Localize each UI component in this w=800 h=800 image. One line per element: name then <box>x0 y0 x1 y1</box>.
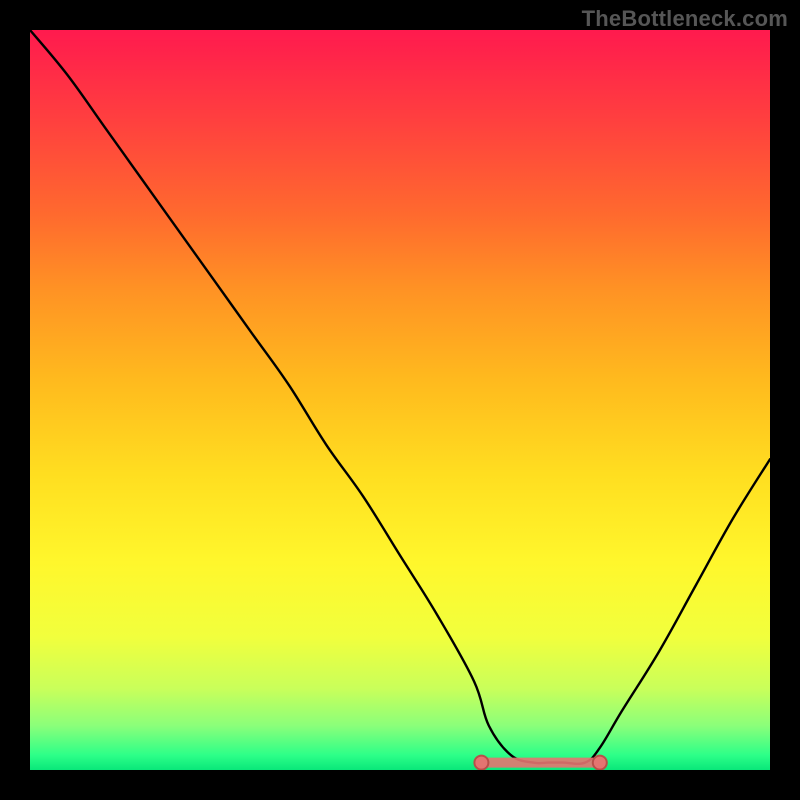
acceptable-zone <box>481 758 599 768</box>
credit-text: TheBottleneck.com <box>582 6 788 32</box>
chart-stage: TheBottleneck.com <box>0 0 800 800</box>
curve-svg <box>30 30 770 770</box>
bottleneck-curve-line <box>30 30 770 764</box>
plot-area <box>30 30 770 770</box>
acceptable-zone-left-cap <box>474 756 488 770</box>
acceptable-zone-right-cap <box>593 756 607 770</box>
